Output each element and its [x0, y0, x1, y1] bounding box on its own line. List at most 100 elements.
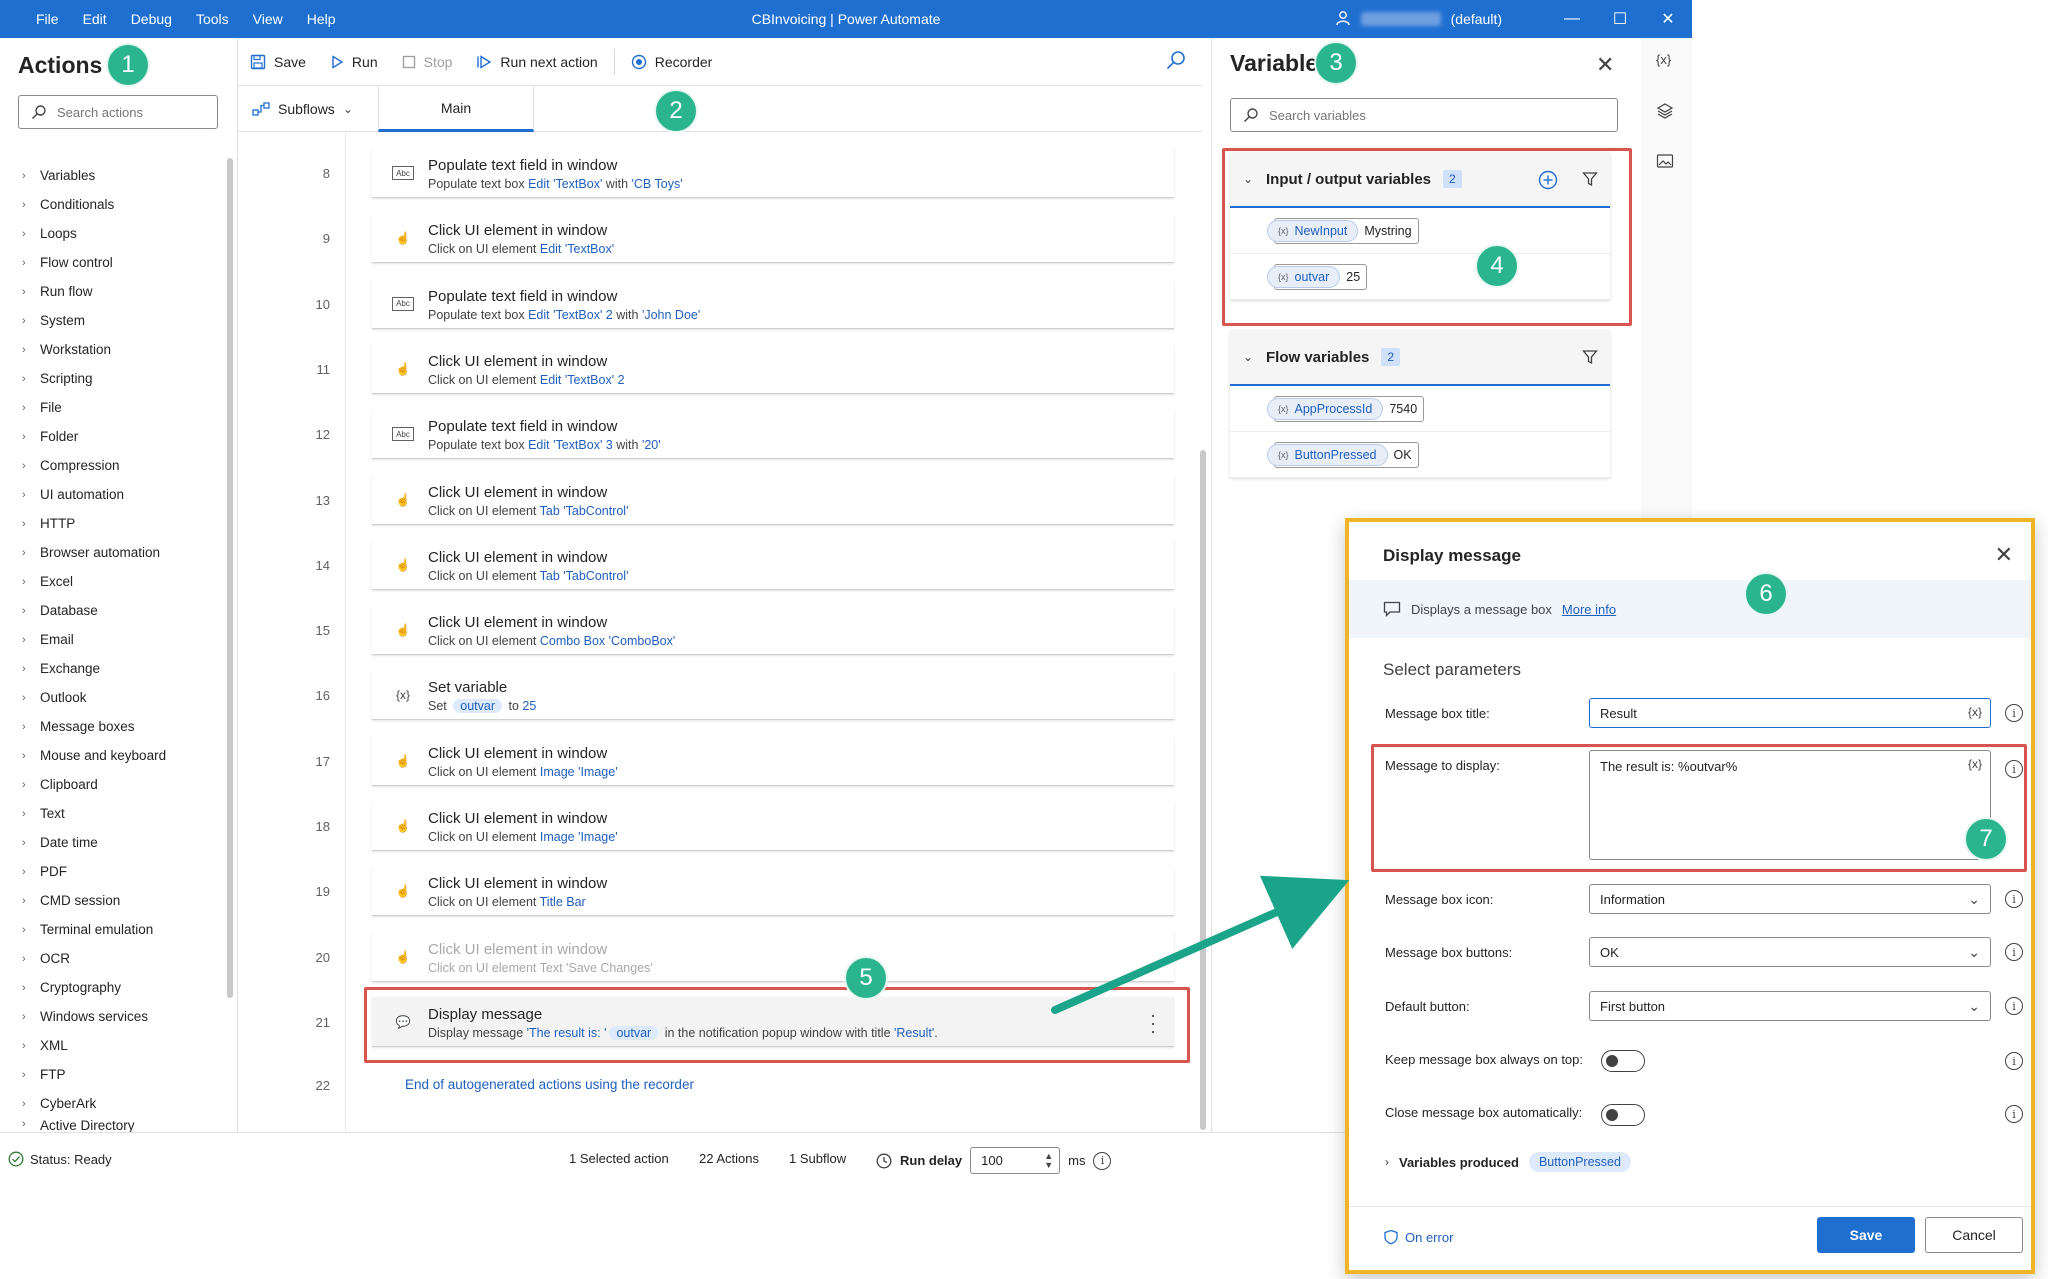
action-category[interactable]: › Clipboard	[22, 770, 222, 799]
close-window-button[interactable]: ✕	[1644, 0, 1692, 38]
close-variables-button[interactable]: ✕	[1596, 52, 1614, 78]
minimize-button[interactable]: —	[1548, 0, 1596, 38]
message-box-buttons-select[interactable]: OK ⌄	[1589, 937, 1991, 967]
action-category[interactable]: › Exchange	[22, 654, 222, 683]
action-category[interactable]: › Run flow	[22, 277, 222, 306]
flow-step-row[interactable]: 9 ☝ Click UI element in window Click on UI …	[238, 209, 1202, 274]
tab-main[interactable]: Main	[378, 86, 534, 132]
search-actions-input[interactable]	[57, 104, 207, 120]
find-in-flow-button[interactable]	[1166, 50, 1186, 73]
action-category[interactable]: › Message boxes	[22, 712, 222, 741]
action-category[interactable]: › Variables	[22, 161, 222, 190]
save-button[interactable]: Save	[1817, 1217, 1915, 1253]
action-category[interactable]: › Email	[22, 625, 222, 654]
action-card[interactable]: ☝ Click UI element in window Click on UI e…	[372, 213, 1174, 264]
more-info-link[interactable]: More info	[1562, 602, 1616, 617]
action-category[interactable]: › Conditionals	[22, 190, 222, 219]
action-category[interactable]: › Mouse and keyboard	[22, 741, 222, 770]
action-category[interactable]: › System	[22, 306, 222, 335]
cancel-button[interactable]: Cancel	[1925, 1217, 2023, 1253]
actions-scrollbar[interactable]	[227, 158, 233, 998]
save-flow-button[interactable]: Save	[238, 38, 318, 86]
run-delay-input[interactable]: 100 ▲ ▼	[970, 1147, 1061, 1174]
variable-item[interactable]: {x} AppProcessId 7540	[1230, 386, 1610, 432]
flow-step-row[interactable]: 15 ☝ Click UI element in window Click on UI…	[238, 601, 1202, 666]
menu-file[interactable]: File	[36, 11, 59, 27]
flow-step-row[interactable]: 8 Abc Populate text field in window Populat…	[238, 144, 1202, 209]
action-category[interactable]: › Workstation	[22, 335, 222, 364]
flow-step-row[interactable]: 18 ☝ Click UI element in window Click on UI…	[238, 797, 1202, 862]
action-category[interactable]: › UI automation	[22, 480, 222, 509]
variables-produced[interactable]: › Variables produced ButtonPressed	[1385, 1152, 1631, 1172]
variable-chip[interactable]: {x} AppProcessId 7540	[1267, 396, 1425, 422]
action-card[interactable]: Abc Populate text field in window Populate…	[372, 278, 1174, 329]
subflows-dropdown[interactable]: Subflows ⌄	[252, 86, 353, 132]
recorder-button[interactable]: Recorder	[619, 38, 725, 86]
menu-help[interactable]: Help	[307, 11, 336, 27]
action-category[interactable]: › Loops	[22, 219, 222, 248]
flow-step-row[interactable]: 13 ☝ Click UI element in window Click on UI…	[238, 471, 1202, 536]
menu-view[interactable]: View	[253, 11, 283, 27]
canvas-scrollbar[interactable]	[1200, 450, 1206, 1130]
action-card[interactable]: {x} Set variable Set outvar to 25	[372, 670, 1174, 721]
info-icon[interactable]: i	[1093, 1151, 1112, 1170]
action-card[interactable]: Abc Populate text field in window Populate…	[372, 409, 1174, 460]
maximize-button[interactable]: ☐	[1596, 0, 1644, 38]
flow-step-row[interactable]: 17 ☝ Click UI element in window Click on UI…	[238, 732, 1202, 797]
action-category[interactable]: › FTP	[22, 1060, 222, 1089]
run-button[interactable]: Run	[318, 38, 390, 86]
info-icon[interactable]: i	[2005, 890, 2023, 908]
close-automatically-toggle[interactable]	[1601, 1104, 1645, 1126]
layers-icon[interactable]	[1656, 102, 1674, 123]
search-variables-input[interactable]	[1269, 107, 1419, 123]
message-box-title-field[interactable]: Result {x}	[1589, 698, 1991, 728]
action-category[interactable]: › File	[22, 393, 222, 422]
action-card[interactable]: ☝ Click UI element in window Click on UI e…	[372, 735, 1174, 786]
flow-step-row[interactable]: 14 ☝ Click UI element in window Click on UI…	[238, 536, 1202, 601]
info-icon[interactable]: i	[2005, 997, 2023, 1015]
action-card[interactable]: ☝ Click UI element in window Click on UI e…	[372, 801, 1174, 851]
spin-arrows-icon[interactable]: ▲ ▼	[1044, 1151, 1053, 1170]
action-category[interactable]: › Terminal emulation	[22, 915, 222, 944]
action-card[interactable]: ☝ Click UI element in window Click on UI e…	[372, 474, 1174, 525]
action-category[interactable]: › PDF	[22, 857, 222, 886]
action-category[interactable]: › HTTP	[22, 509, 222, 538]
action-card[interactable]: 💬 Display message Display message 'The res…	[372, 996, 1174, 1047]
flow-variables-header[interactable]: ⌄ Flow variables 2	[1230, 330, 1610, 386]
variable-item[interactable]: {x} ButtonPressed OK	[1230, 432, 1610, 478]
action-category[interactable]: › Text	[22, 799, 222, 828]
flow-step-row[interactable]: 21 💬 Display message Display message 'The r…	[238, 986, 1202, 1063]
action-category[interactable]: › Scripting	[22, 364, 222, 393]
flow-step-row[interactable]: 11 ☝ Click UI element in window Click on UI…	[238, 340, 1202, 405]
action-category[interactable]: › OCR	[22, 944, 222, 973]
flow-step-row[interactable]: 19 ☝ Click UI element in window Click on UI…	[238, 862, 1202, 927]
flow-step-row[interactable]: 12 Abc Populate text field in window Popula…	[238, 405, 1202, 470]
search-actions-box[interactable]	[18, 95, 218, 129]
flow-step-row[interactable]: 20 ☝ Click UI element in window Click on UI…	[238, 928, 1202, 993]
action-category[interactable]: › Cryptography	[22, 973, 222, 1002]
run-next-action-button[interactable]: Run next action	[464, 38, 609, 86]
action-category[interactable]: › XML	[22, 1031, 222, 1060]
action-card[interactable]: ☝ Click UI element in window Click on UI e…	[372, 866, 1174, 917]
action-card[interactable]: ☝ Click UI element in window Click on UI e…	[372, 343, 1174, 394]
on-error-button[interactable]: On error	[1383, 1229, 1453, 1245]
action-card[interactable]: Abc Populate text field in window Populate…	[372, 148, 1174, 198]
action-category[interactable]: › Windows services	[22, 1002, 222, 1031]
stop-button[interactable]: Stop	[390, 38, 465, 86]
close-dialog-button[interactable]: ✕	[1995, 542, 2013, 568]
images-icon[interactable]	[1656, 152, 1674, 173]
info-icon[interactable]: i	[2005, 943, 2023, 961]
info-icon[interactable]: i	[2005, 704, 2023, 722]
action-card[interactable]: ☝ Click UI element in window Click on UI e…	[372, 539, 1174, 590]
menu-edit[interactable]: Edit	[83, 11, 107, 27]
action-category[interactable]: › Date time	[22, 828, 222, 857]
variable-chip[interactable]: {x} ButtonPressed OK	[1267, 442, 1419, 468]
always-on-top-toggle[interactable]	[1601, 1050, 1645, 1072]
action-category[interactable]: › Outlook	[22, 683, 222, 712]
search-variables-box[interactable]	[1230, 98, 1618, 132]
message-box-icon-select[interactable]: Information ⌄	[1589, 884, 1991, 914]
more-options-icon[interactable]: · · ·	[1150, 1006, 1156, 1040]
action-card[interactable]: ☝ Click UI element in window Click on UI e…	[372, 931, 1174, 982]
menu-debug[interactable]: Debug	[131, 11, 172, 27]
action-category[interactable]: › Compression	[22, 451, 222, 480]
